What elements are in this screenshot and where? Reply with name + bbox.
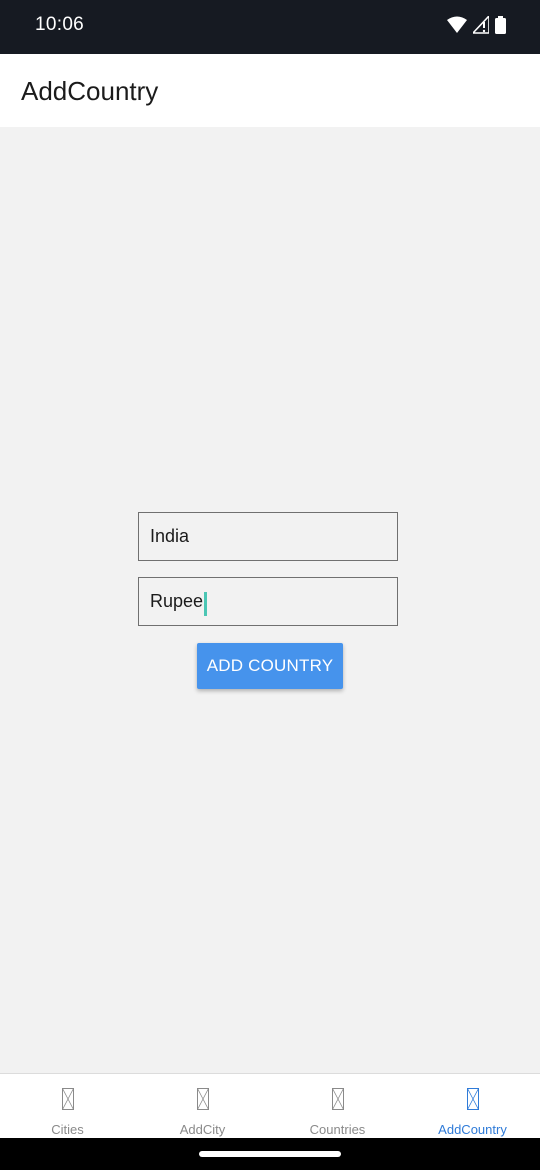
tab-label: Countries [309,1122,366,1137]
signal-icon [471,13,490,39]
missing-image-icon [331,1088,344,1110]
tab-addcountry[interactable]: AddCountry [405,1074,540,1139]
tab-label: AddCity [179,1122,226,1137]
tab-label: AddCountry [438,1122,507,1137]
status-time: 10:06 [35,14,85,35]
tab-addcity[interactable]: AddCity [135,1074,270,1139]
tab-label: Cities [51,1122,84,1137]
tab-cities[interactable]: Cities [0,1074,135,1139]
battery-icon [495,16,506,39]
missing-image-icon [466,1088,479,1110]
wifi-icon [447,16,467,39]
page-title: AddCountry [21,76,159,106]
country-name-field[interactable] [138,512,398,561]
bottom-tab-bar: Cities AddCity Countries AddCountry [0,1073,540,1139]
currency-input[interactable] [139,578,397,625]
text-caret [204,592,207,616]
currency-field[interactable] [138,577,398,626]
add-country-button[interactable]: ADD COUNTRY [197,643,343,689]
app-header: AddCountry [0,54,540,127]
system-nav-bar [0,1138,540,1170]
missing-image-icon [61,1088,74,1110]
country-name-input[interactable] [139,513,397,560]
tab-countries[interactable]: Countries [270,1074,405,1139]
status-bar: 10:06 [0,0,540,54]
home-indicator[interactable] [199,1151,341,1157]
missing-image-icon [196,1088,209,1110]
status-icons [447,13,506,39]
